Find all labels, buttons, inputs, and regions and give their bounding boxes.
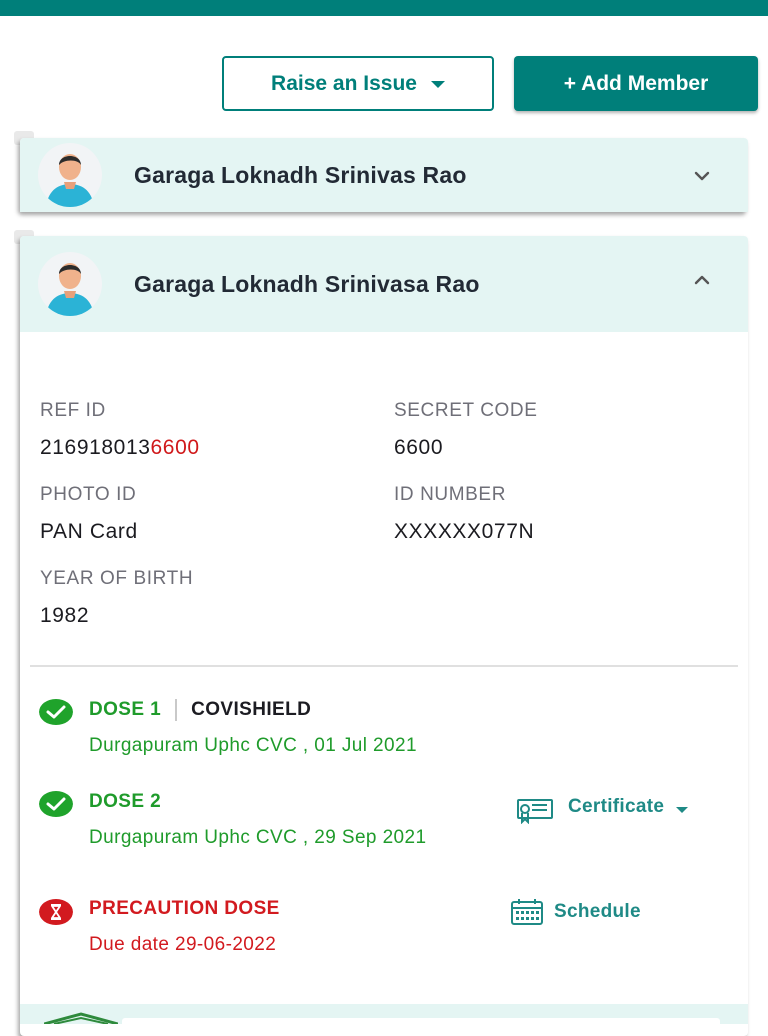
id-number-label: ID NUMBER [394,484,507,505]
user-avatar-icon [38,252,102,316]
top-app-bar [0,0,768,16]
dose-2-row: DOSE 2 Durgapuram Uphc CVC , 29 Sep 2021 [89,791,426,849]
year-of-birth-value: 1982 [40,604,90,627]
section-divider [30,665,738,667]
dropdown-caret-icon [676,807,689,813]
next-section-bar [122,1018,720,1024]
photo-id-label: PHOTO ID [40,484,137,505]
chevron-up-icon[interactable] [694,272,710,288]
raise-issue-button[interactable]: Raise an Issue [222,56,494,111]
dose-1-row: DOSE 1 COVISHIELD Durgapuram Uphc CVC , … [89,699,417,757]
dose-2-title: DOSE 2 [89,791,426,813]
year-of-birth-label: YEAR OF BIRTH [40,568,194,589]
dose-2-info: Durgapuram Uphc CVC , 29 Sep 2021 [89,827,427,848]
chevron-down-icon[interactable] [694,168,710,184]
member-card: Garaga Loknadh Srinivas Rao [20,138,748,212]
dose-2-label: DOSE 2 [89,791,162,812]
hourglass-icon [39,899,73,925]
id-number-field: ID NUMBER XXXXXX077N [394,484,534,544]
precaution-dose-row: PRECAUTION DOSE Due date 29-06-2022 [89,898,280,956]
vaccine-name: COVISHIELD [191,699,312,720]
shield-icon [44,1012,118,1024]
check-circle-icon [39,791,73,817]
user-avatar-icon [38,143,102,207]
check-circle-icon [39,699,73,725]
dose-1-info: Durgapuram Uphc CVC , 01 Jul 2021 [89,735,417,756]
schedule-label: Schedule [554,901,641,922]
add-member-label: + Add Member [563,71,709,95]
id-number-value: XXXXXX077N [394,520,535,543]
action-bar: Raise an Issue + Add Member [222,56,758,111]
raise-issue-label: Raise an Issue [271,71,417,95]
title-separator [175,699,178,721]
precaution-dose-label: PRECAUTION DOSE [89,898,280,919]
photo-id-field: PHOTO ID PAN Card [40,484,138,544]
member-card-header[interactable]: Garaga Loknadh Srinivasa Rao [20,236,748,332]
ref-id-field: REF ID 2169180136600 [40,400,200,460]
precaution-due-date: Due date 29-06-2022 [89,934,277,955]
certificate-button[interactable]: Certificate [516,790,689,824]
add-member-button[interactable]: + Add Member [514,56,758,111]
dose-1-label: DOSE 1 [89,699,162,720]
year-of-birth-field: YEAR OF BIRTH 1982 [40,568,193,628]
dropdown-caret-icon [430,81,445,88]
schedule-button[interactable]: Schedule [510,898,641,926]
certificate-icon [517,799,553,824]
member-card-header[interactable]: Garaga Loknadh Srinivas Rao [20,138,748,212]
member-name: Garaga Loknadh Srinivasa Rao [134,270,480,297]
ref-id-prefix: 216918013 [40,436,151,459]
certificate-label: Certificate [568,796,665,817]
calendar-icon [511,899,543,925]
ref-id-value: 2169180136600 [40,436,200,460]
ref-id-label: REF ID [40,400,106,421]
dose-1-title: DOSE 1 COVISHIELD [89,699,417,721]
secret-code-field: SECRET CODE 6600 [394,400,538,460]
secret-code-value: 6600 [394,436,444,459]
member-name: Garaga Loknadh Srinivas Rao [134,161,467,188]
ref-id-suffix: 6600 [150,436,200,459]
secret-code-label: SECRET CODE [394,400,538,421]
photo-id-value: PAN Card [40,520,138,543]
